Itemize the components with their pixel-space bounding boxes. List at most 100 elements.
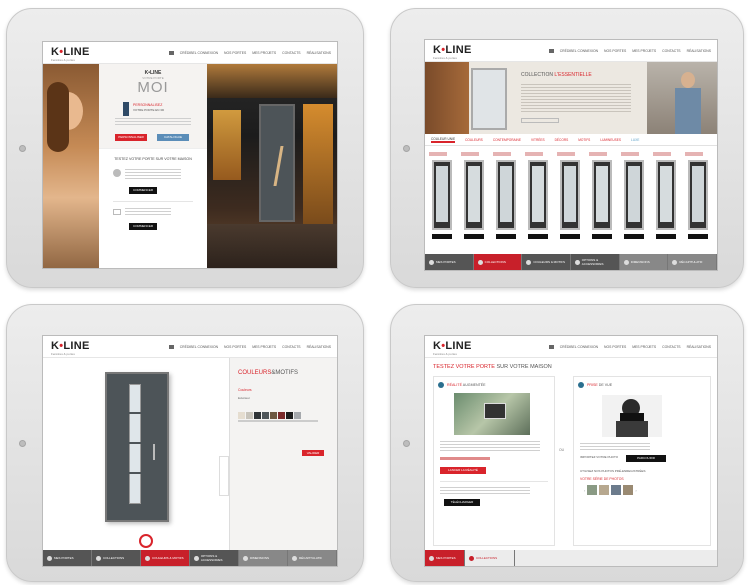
header: K•LINE Fenêtres & portes Crédibel connexi… [425,336,717,358]
start-button-2[interactable]: Commencer [129,223,157,230]
footer-item[interactable]: Collections [465,550,515,566]
page-title: TESTEZ VOTRE PORTE SUR VOTRE MAISON [433,364,552,370]
home-icon[interactable] [168,51,174,55]
nav-item[interactable]: Contacts [662,49,680,53]
swatch[interactable] [238,412,245,419]
nav-item[interactable]: Mes projets [632,49,656,53]
camera-icon [113,169,121,177]
nav-item[interactable]: Réalisations [687,345,711,349]
swatch[interactable] [270,412,277,419]
top-nav: Crédibel connexion Nos portes Mes projet… [168,51,331,55]
tab-2[interactable]: Contemporaine [493,138,521,142]
footer-item[interactable]: Options & accessoires [571,254,620,270]
swatch[interactable] [254,412,261,419]
ar-sub [440,457,490,460]
door-card[interactable] [685,152,711,252]
footer-item-active[interactable]: Collections [473,254,523,270]
tab-4[interactable]: Décors [555,138,569,142]
nav-item[interactable]: Réalisations [307,51,331,55]
footer-item[interactable]: Couleurs & motifs [522,254,572,270]
nav-item[interactable]: Mes projets [632,345,656,349]
photo-thumb[interactable] [599,485,610,495]
photo-thumb[interactable] [587,485,598,495]
home-icon[interactable] [548,345,554,349]
nav-item[interactable]: Crédibel connexion [180,345,218,349]
footer-item[interactable]: Récapitulatif [668,254,717,270]
collection-link[interactable] [521,118,559,123]
nav-item[interactable]: Nos portes [604,49,626,53]
nav-item[interactable]: Mes projets [252,51,276,55]
door-card[interactable] [429,152,455,252]
nav-item[interactable]: Réalisations [687,49,711,53]
glass-bar [129,412,141,414]
nav-item[interactable]: Contacts [282,345,300,349]
tab-0[interactable]: Couleur unie [431,137,456,143]
footer-item-active[interactable]: Mes portes [425,550,465,566]
nav-item[interactable]: Réalisations [307,345,331,349]
door-card[interactable] [557,152,583,252]
tab-7[interactable]: Luxe [631,138,639,142]
tab-6[interactable]: Lumineuses [600,138,621,142]
launch-ar-button[interactable]: Lancer la réalité augmentée [440,467,486,479]
swatch[interactable] [278,412,285,419]
footer-item[interactable]: Options & accessoires [190,550,239,566]
photo-thumb[interactable] [611,485,622,495]
door-card[interactable] [653,152,679,252]
personalize-button[interactable]: Personnaliser [115,134,147,141]
nav-item[interactable]: Mes projets [252,345,276,349]
nav-item[interactable]: Contacts [662,345,680,349]
footer-item[interactable]: Récapitulatif [288,550,337,566]
footer-item[interactable]: Collections [92,550,141,566]
footer-item[interactable]: Dimensions [239,550,288,566]
nav-item[interactable]: Nos portes [224,345,246,349]
home-icon[interactable] [168,345,174,349]
logo[interactable]: K•LINE Fenêtres & portes [433,340,472,356]
photo-thumb[interactable] [623,485,634,495]
nav-item[interactable]: Contacts [282,51,300,55]
nav-item[interactable]: Nos portes [604,345,626,349]
header: K•LINE Fenêtres & portes Crédibel connexi… [425,40,717,62]
swatch[interactable] [262,412,269,419]
door-card[interactable] [525,152,551,252]
tab-5[interactable]: Motifs [578,138,590,142]
logo[interactable]: K•LINE Fenêtres & portes [433,44,472,60]
arrow-right-icon[interactable]: › [635,488,636,493]
home-button[interactable] [403,440,410,447]
test-text-1 [125,169,181,181]
catalog-button[interactable]: Catalogue [157,134,189,141]
home-icon[interactable] [548,49,554,53]
home-button[interactable] [403,145,410,152]
download-button[interactable]: Télécharger [444,499,480,506]
personalize-line-1: PERSONNALISEZ [133,103,163,107]
door-card[interactable] [461,152,487,252]
door-card[interactable] [493,152,519,252]
nav-item[interactable]: Crédibel connexion [180,51,218,55]
swatch[interactable] [286,412,293,419]
tab-3[interactable]: Vitrées [531,138,545,142]
logo[interactable]: K•LINE Fenêtres & portes [51,340,90,356]
nav-item[interactable]: Crédibel connexion [560,49,598,53]
swatch[interactable] [294,412,301,419]
top-nav: Crédibel connexion Nos portes Mes projet… [168,345,331,349]
nav-item[interactable]: Nos portes [224,51,246,55]
door-card[interactable] [621,152,647,252]
footer-item[interactable]: Dimensions [619,254,669,270]
home-button[interactable] [19,145,26,152]
collection-title: COLLECTION L'ESSENTIELLE [521,72,592,78]
footer-item[interactable]: Mes portes [425,254,474,270]
validate-button[interactable]: Valider [302,450,324,456]
rotate-control[interactable] [139,534,153,548]
door-card[interactable] [589,152,615,252]
logo[interactable]: K•LINE Fenêtres & portes [51,46,90,62]
browse-button[interactable]: Parcourir [626,455,666,462]
tab-1[interactable]: Couleurs [465,138,483,142]
footer-item[interactable]: Mes portes [43,550,92,566]
nav-item[interactable]: Crédibel connexion [560,345,598,349]
photo-number-icon [578,382,584,388]
arrow-left-icon[interactable]: ‹ [584,488,585,493]
header: K•LINE Fenêtres & portes Crédibel connexi… [43,42,337,64]
swatch[interactable] [246,412,253,419]
start-button-1[interactable]: Commencer [129,187,157,194]
home-button[interactable] [19,440,26,447]
footer-item-active[interactable]: Couleurs & motifs [141,550,190,566]
